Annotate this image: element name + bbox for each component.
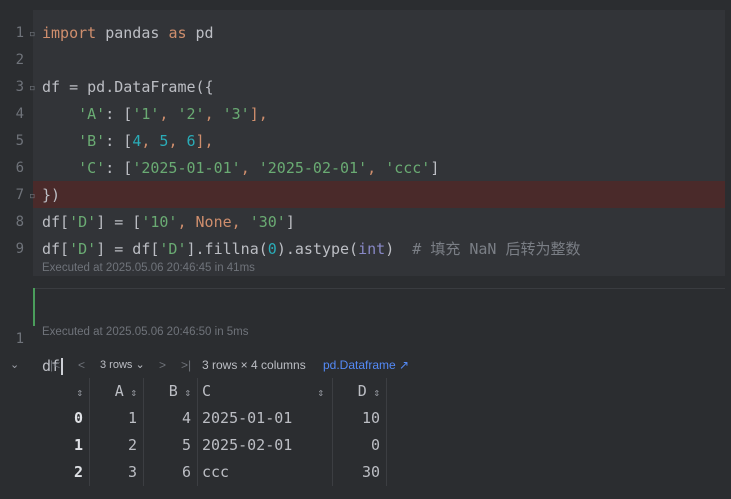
column-header[interactable]: B ⇕	[143, 378, 197, 405]
table-cell: 6	[181, 463, 191, 481]
column-header[interactable]: A ⇕	[89, 378, 143, 405]
row-index: 2	[73, 463, 83, 481]
table-header-row: ⇕ A ⇕ B ⇕ C ⇕ D ⇕	[41, 378, 391, 405]
line-number: 4	[15, 106, 24, 122]
table-cell: 2025-01-01	[202, 409, 293, 427]
code-text: df = pd.DataFrame({	[42, 78, 214, 96]
table-row: 1 2 5 2025-02-01 0	[41, 432, 391, 459]
code-line[interactable]: 1 import pandas as pd ▫	[0, 20, 731, 47]
table-row: 2 3 6 ccc 30	[41, 459, 391, 486]
line-number: 7	[15, 187, 24, 203]
code-cell-2[interactable]: 1 df Executed at 2025.05.06 20:46:50 in …	[0, 288, 731, 375]
code-cell-1[interactable]: 1 import pandas as pd ▫ 2 3 df = pd.DataFrame…	[0, 0, 731, 276]
line-number: 5	[15, 133, 24, 149]
cell-1-execution-status: Executed at 2025.05.06 20:46:45 in 41ms	[42, 262, 255, 274]
table-row: 0 1 4 2025-01-01 10	[41, 405, 391, 432]
code-line[interactable]: 5 'B': [4, 5, 6],	[0, 128, 731, 155]
code-line[interactable]: 2	[0, 47, 731, 74]
code-text: import pandas as pd	[42, 24, 214, 42]
column-divider	[332, 378, 333, 486]
column-header-label: B	[168, 382, 178, 400]
column-header-label: C	[202, 382, 212, 400]
prev-page-icon[interactable]: <	[78, 352, 85, 378]
fold-marker-icon[interactable]: ▫	[29, 82, 40, 93]
code-line[interactable]: 4 'A': ['1', '2', '3'],	[0, 101, 731, 128]
last-page-icon[interactable]: >|	[181, 352, 191, 378]
line-number: 3	[15, 79, 24, 95]
line-number: 6	[15, 160, 24, 176]
row-index: 1	[73, 436, 83, 454]
fold-marker-icon[interactable]: ▫	[29, 190, 40, 201]
column-divider	[197, 378, 198, 486]
line-number: 2	[15, 52, 24, 68]
table-cell: ccc	[202, 463, 230, 481]
column-header[interactable]: C ⇕	[197, 378, 332, 405]
output-toolbar: ⌄ |< < 3 rows ⌄ > >| 3 rows × 4 columns …	[0, 352, 731, 378]
column-divider	[143, 378, 144, 486]
line-number: 8	[15, 214, 24, 230]
fold-marker-icon[interactable]: ▫	[29, 28, 40, 39]
sort-icon[interactable]: ⇕	[367, 386, 380, 399]
table-cell: 2	[127, 436, 137, 454]
column-header-label: A	[114, 382, 124, 400]
code-line[interactable]: 6 'C': ['2025-01-01', '2025-02-01', 'ccc…	[0, 155, 731, 182]
sort-icon[interactable]: ⇕	[70, 386, 83, 399]
column-header-label: D	[357, 382, 367, 400]
code-text: df['D'] = ['10', None, '30']	[42, 213, 295, 231]
dataframe-type-link[interactable]: pd.Dataframe ↗	[323, 352, 409, 378]
code-line[interactable]: 3 df = pd.DataFrame({▫	[0, 74, 731, 101]
table-cell: 10	[361, 409, 380, 427]
line-number: 1	[15, 25, 24, 41]
code-text: 'A': ['1', '2', '3'],	[78, 105, 268, 123]
code-text: df['D'] = df['D'].fillna(0).astype(int) …	[42, 240, 581, 258]
line-number: 9	[15, 241, 24, 257]
sort-icon[interactable]: ⇕	[311, 386, 324, 399]
code-line[interactable]: 7}) ▫	[0, 182, 731, 209]
next-page-icon[interactable]: >	[159, 352, 166, 378]
rows-select-label: 3 rows	[100, 359, 133, 371]
code-text: 'C': ['2025-01-01', '2025-02-01', 'ccc']	[78, 159, 440, 177]
column-header[interactable]: ⇕	[41, 378, 89, 405]
code-text: 'B': [4, 5, 6],	[78, 132, 214, 150]
column-divider	[386, 378, 387, 486]
code-line[interactable]: 9 df['D'] = df['D'].fillna(0).astype(int)…	[0, 236, 731, 263]
table-cell: 1	[127, 409, 137, 427]
table-cell: 0	[370, 436, 380, 454]
column-divider	[89, 378, 90, 486]
table-cell: 3	[127, 463, 137, 481]
line-number: 1	[15, 331, 24, 347]
table-summary: 3 rows × 4 columns	[202, 358, 306, 372]
sort-icon[interactable]: ⇕	[178, 386, 191, 399]
cell-2-execution-status: Executed at 2025.05.06 20:46:50 in 5ms	[42, 326, 249, 338]
chevron-down-icon[interactable]: ⌄	[10, 352, 19, 378]
chevron-down-icon: ⌄	[135, 359, 145, 371]
rows-select[interactable]: 3 rows ⌄	[100, 352, 145, 378]
code-line[interactable]: 8 df['D'] = ['10', None, '30']	[0, 209, 731, 236]
table-cell: 2025-02-01	[202, 436, 293, 454]
column-header[interactable]: D ⇕	[332, 378, 386, 405]
table-cell: 5	[181, 436, 191, 454]
code-text: })	[42, 186, 61, 204]
table-cell: 4	[181, 409, 191, 427]
row-index: 0	[73, 409, 83, 427]
table-cell: 30	[361, 463, 380, 481]
first-page-icon[interactable]: |<	[50, 352, 60, 378]
sort-icon[interactable]: ⇕	[124, 386, 137, 399]
